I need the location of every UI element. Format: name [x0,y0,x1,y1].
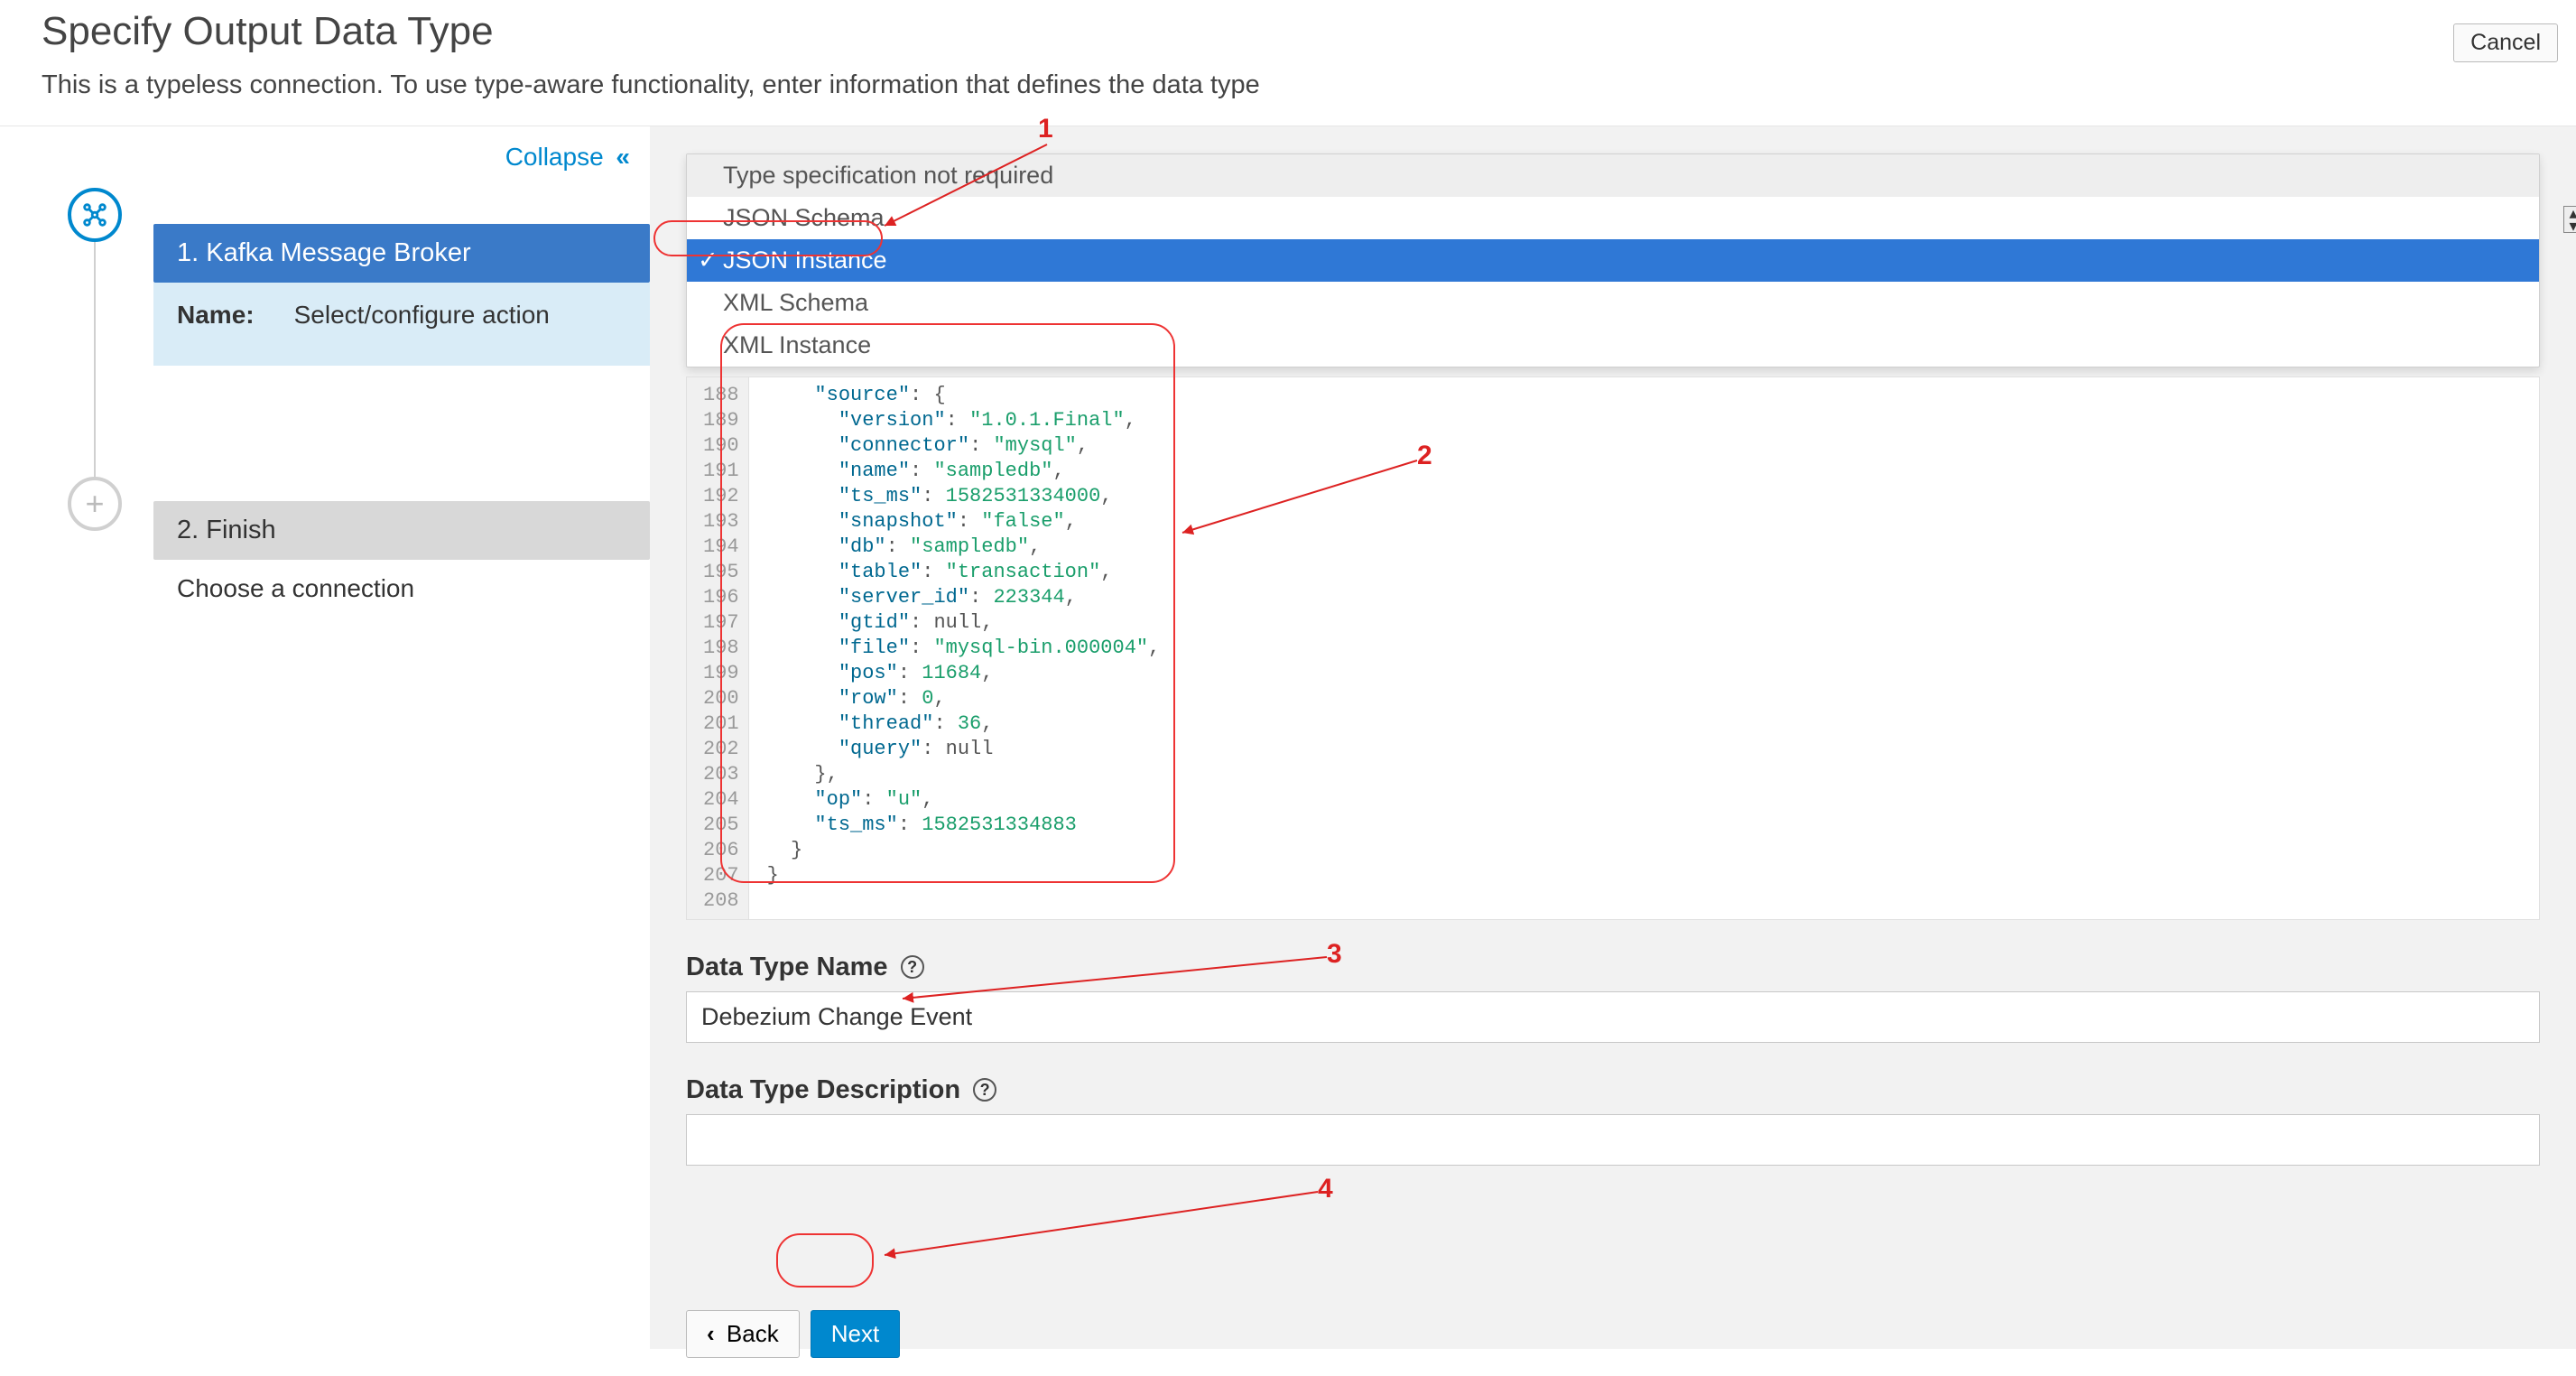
step2-title[interactable]: 2. Finish [153,501,650,560]
annotation-number-4: 4 [1318,1174,1333,1204]
annotation-box-4 [776,1233,874,1288]
main-panel: Type specification not requiredJSON Sche… [650,126,2576,1349]
step1-name-label: Name: [177,301,255,330]
cancel-button[interactable]: Cancel [2453,23,2558,62]
chevron-double-left-icon: « [616,143,623,171]
dropdown-option[interactable]: Type specification not required [687,154,2539,197]
step1-title[interactable]: 1. Kafka Message Broker [153,224,650,283]
connector-line [94,242,96,477]
code-content[interactable]: "source": { "version": "1.0.1.Final", "c… [749,377,1179,919]
data-type-name-input[interactable] [686,991,2540,1043]
dropdown-option[interactable]: XML Schema [687,282,2539,324]
check-icon: ✓ [698,246,718,274]
annotation-number-2: 2 [1417,441,1432,471]
step2-bullet-icon: + [68,477,122,531]
code-gutter: 1881891901911921931941951961971981992002… [687,377,749,919]
annotation-number-3: 3 [1327,939,1342,970]
step1-name-value: Select/configure action [294,301,550,330]
left-wizard-column: Collapse « + 1. Kafka [0,126,650,1349]
next-button[interactable]: Next [811,1310,900,1358]
code-editor[interactable]: 1881891901911921931941951961971981992002… [686,377,2540,920]
help-icon[interactable]: ? [973,1078,996,1102]
data-type-desc-input[interactable] [686,1114,2540,1166]
dropdown-option[interactable]: ✓JSON Instance [687,239,2539,282]
data-type-desc-label: Data Type Description ? [686,1075,2540,1105]
page-header: Specify Output Data Type This is a typel… [0,0,2576,126]
chevron-left-icon: ‹ [707,1320,715,1347]
step2-subtitle: Choose a connection [153,560,650,618]
step1-subpanel: Name: Select/configure action [153,283,650,366]
step1-bullet-icon [68,188,122,242]
dropdown-scroll-thumb-icon[interactable]: ▴▾ [2563,206,2576,233]
collapse-link[interactable]: Collapse « [36,137,650,188]
collapse-label: Collapse [505,143,604,171]
back-button[interactable]: ‹ Back [686,1310,800,1358]
dropdown-option[interactable]: XML Instance [687,324,2539,367]
type-spec-dropdown[interactable]: Type specification not requiredJSON Sche… [686,153,2540,367]
page-subtitle: This is a typeless connection. To use ty… [42,70,2534,100]
help-icon[interactable]: ? [901,955,924,979]
annotation-number-1: 1 [1038,114,1053,144]
dropdown-option[interactable]: JSON Schema [687,197,2539,239]
data-type-name-label: Data Type Name ? [686,953,2540,982]
page-title: Specify Output Data Type [42,9,2534,54]
footer-buttons: ‹ Back Next [686,1310,2540,1358]
